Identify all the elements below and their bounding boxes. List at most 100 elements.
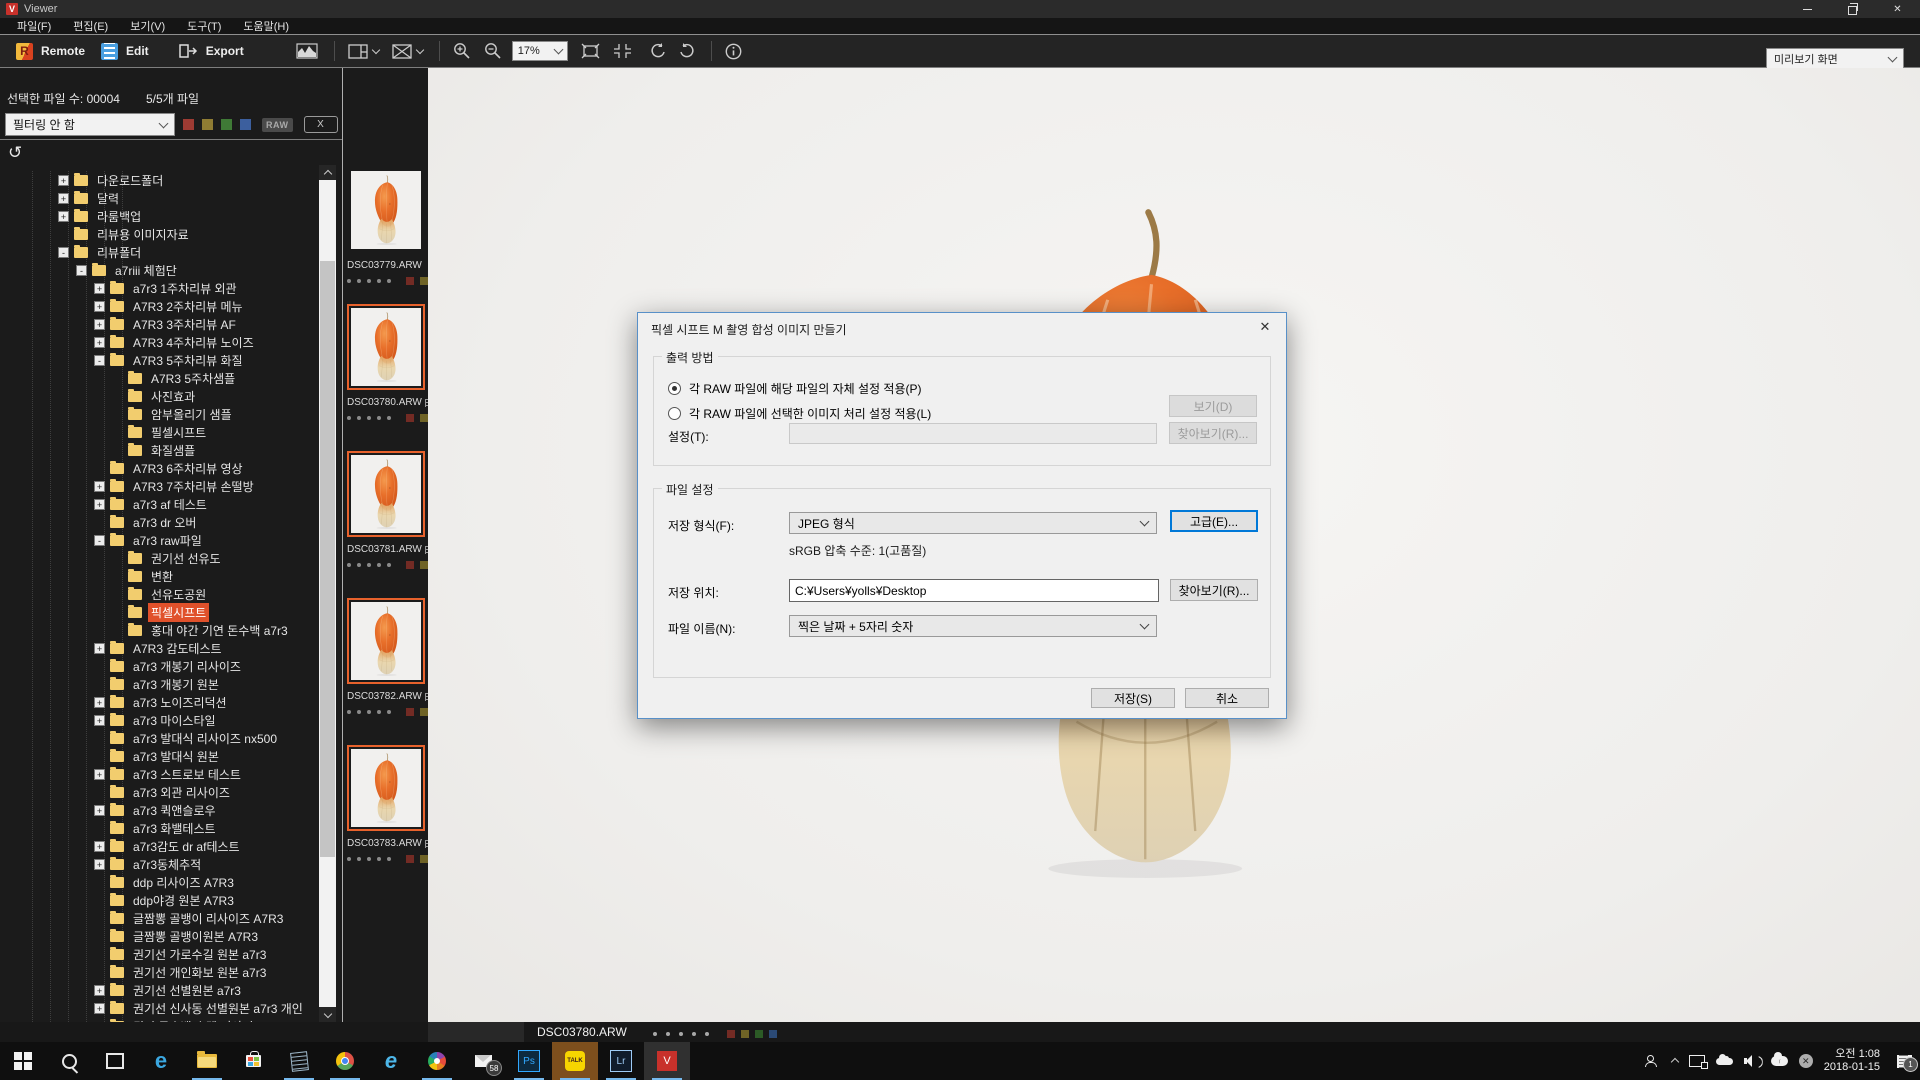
tree-item-43[interactable]: +권기선 가로수길 원본 a7r3 <box>0 945 318 963</box>
raw-filter-badge[interactable]: RAW <box>262 118 293 132</box>
label-chip[interactable] <box>406 277 414 285</box>
minimize-button[interactable] <box>1785 0 1830 18</box>
rating-dot[interactable] <box>377 563 381 567</box>
taskbar-notepad-button[interactable] <box>276 1042 322 1080</box>
rating-dot[interactable] <box>387 710 391 714</box>
taskbar-explorer-button[interactable] <box>184 1042 230 1080</box>
rotate-right-icon[interactable] <box>679 43 695 59</box>
filter-select[interactable]: 필터링 안 함 <box>5 113 175 136</box>
filter-chip-blue[interactable] <box>240 119 251 130</box>
remote-button[interactable]: R Remote <box>16 43 85 60</box>
rating-dot[interactable] <box>367 416 371 420</box>
tree-item-1[interactable]: +달력 <box>0 189 318 207</box>
tree-item-42[interactable]: +글짬뽕 골뱅이원본 A7R3 <box>0 927 318 945</box>
rating-dot[interactable] <box>387 857 391 861</box>
taskbar-lightroom-button[interactable]: Lr <box>598 1042 644 1080</box>
label-chip[interactable] <box>420 414 428 422</box>
tree-item-25[interactable]: +홍대 야간 기연 돈수백 a7r3 <box>0 621 318 639</box>
tree-expander-icon[interactable]: + <box>94 715 105 726</box>
rating-dot[interactable] <box>692 1032 696 1036</box>
tree-expander-icon[interactable]: - <box>94 355 105 366</box>
tree-item-14[interactable]: +필셀시프트 <box>0 423 318 441</box>
scroll-up-button[interactable] <box>319 165 336 180</box>
tree-expander-icon[interactable]: + <box>58 175 69 186</box>
rating-dot[interactable] <box>357 857 361 861</box>
tree-item-38[interactable]: +a7r3동체추적 <box>0 855 318 873</box>
taskbar-search-button[interactable] <box>46 1042 92 1080</box>
tree-item-2[interactable]: +라룸백업 <box>0 207 318 225</box>
scroll-down-button[interactable] <box>319 1007 336 1022</box>
preview-mode-select[interactable]: 미리보기 화면 <box>1766 48 1904 69</box>
rating-dot[interactable] <box>367 279 371 283</box>
restore-button[interactable] <box>1830 0 1875 18</box>
onedrive-icon[interactable] <box>1716 1058 1733 1065</box>
rating-dot[interactable] <box>347 857 351 861</box>
tree-item-29[interactable]: +a7r3 노이즈리덕션 <box>0 693 318 711</box>
tree-item-16[interactable]: +A7R3 6주차리뷰 영상 <box>0 459 318 477</box>
menu-item-3[interactable]: 도구(T) <box>176 18 232 34</box>
filter-clear-button[interactable]: X <box>304 116 338 133</box>
tree-expander-icon[interactable]: - <box>76 265 87 276</box>
tree-item-18[interactable]: +a7r3 af 테스트 <box>0 495 318 513</box>
rating-dot[interactable] <box>367 563 371 567</box>
tree-item-46[interactable]: +권기선 신사동 선별원본 a7r3 개인 <box>0 999 318 1017</box>
thumbnail-1[interactable]: DSC03780.ARW01/04 <box>347 304 425 422</box>
rating-dot[interactable] <box>705 1032 709 1036</box>
tree-expander-icon[interactable]: + <box>94 985 105 996</box>
info-icon[interactable] <box>725 43 742 60</box>
label-chip[interactable] <box>420 708 428 716</box>
label-chip-blue[interactable] <box>769 1030 777 1038</box>
rating-dot[interactable] <box>377 416 381 420</box>
tree-item-39[interactable]: +ddp 리사이즈 A7R3 <box>0 873 318 891</box>
thumbnail-2[interactable]: DSC03781.ARW02/04 <box>347 451 425 569</box>
rating-dot[interactable] <box>347 416 351 420</box>
tree-item-31[interactable]: +a7r3 발대식 리사이즈 nx500 <box>0 729 318 747</box>
tree-expander-icon[interactable]: + <box>94 769 105 780</box>
fit-to-screen-icon[interactable] <box>581 43 600 59</box>
tree-expander-icon[interactable]: - <box>58 247 69 258</box>
label-chip-red[interactable] <box>727 1030 735 1038</box>
histogram-icon[interactable] <box>296 43 318 59</box>
taskbar-picasa-button[interactable] <box>414 1042 460 1080</box>
tree-item-15[interactable]: +화질샘플 <box>0 441 318 459</box>
zoom-in-icon[interactable] <box>453 42 471 60</box>
taskbar-chrome-button[interactable] <box>322 1042 368 1080</box>
rating-dot[interactable] <box>653 1032 657 1036</box>
refresh-icon[interactable]: ↺ <box>8 144 22 161</box>
tree-item-40[interactable]: +ddp야경 원본 A7R3 <box>0 891 318 909</box>
rating-dot[interactable] <box>387 563 391 567</box>
tree-item-22[interactable]: +변환 <box>0 567 318 585</box>
taskbar-store-button[interactable] <box>230 1042 276 1080</box>
tree-item-33[interactable]: +a7r3 스트로보 테스트 <box>0 765 318 783</box>
rating-dot[interactable] <box>347 279 351 283</box>
tree-item-21[interactable]: +권기선 선유도 <box>0 549 318 567</box>
tree-expander-icon[interactable]: + <box>94 697 105 708</box>
menu-item-0[interactable]: 파일(F) <box>6 18 62 34</box>
rating-dot[interactable] <box>679 1032 683 1036</box>
rating-dot[interactable] <box>377 857 381 861</box>
tree-item-10[interactable]: -A7R3 5주차리뷰 화질 <box>0 351 318 369</box>
taskbar-mail-button[interactable]: 58 <box>460 1042 506 1080</box>
rating-dot[interactable] <box>387 279 391 283</box>
advanced-button[interactable]: 고급(E)... <box>1170 510 1258 532</box>
thumbnail-0[interactable]: DSC03779.ARW <box>347 167 425 285</box>
filter-chip-green[interactable] <box>221 119 232 130</box>
save-button[interactable]: 저장(S) <box>1091 688 1175 708</box>
browse-location-button[interactable]: 찾아보기(R)... <box>1170 579 1258 601</box>
dialog-close-button[interactable]: ✕ <box>1250 317 1280 337</box>
thumbnail-4[interactable]: DSC03783.ARW04/04 <box>347 745 425 863</box>
compare-dropdown-arrow[interactable] <box>415 45 423 53</box>
radio-selected-settings[interactable]: 각 RAW 파일에 선택한 이미지 처리 설정 적용(L) <box>668 405 931 422</box>
tree-item-32[interactable]: +a7r3 발대식 원본 <box>0 747 318 765</box>
tree-item-8[interactable]: +A7R3 3주차리뷰 AF <box>0 315 318 333</box>
edit-button[interactable]: Edit <box>101 43 149 60</box>
tree-expander-icon[interactable]: + <box>94 283 105 294</box>
actual-size-icon[interactable] <box>613 43 632 59</box>
tree-item-20[interactable]: -a7r3 raw파일 <box>0 531 318 549</box>
rating-dot[interactable] <box>357 416 361 420</box>
filter-chip-yellow[interactable] <box>202 119 213 130</box>
export-button[interactable]: Export <box>165 43 244 59</box>
taskbar-viewer-button[interactable]: V <box>644 1042 690 1080</box>
rating-dot[interactable] <box>377 710 381 714</box>
tray-expand-icon[interactable] <box>1672 1057 1678 1065</box>
